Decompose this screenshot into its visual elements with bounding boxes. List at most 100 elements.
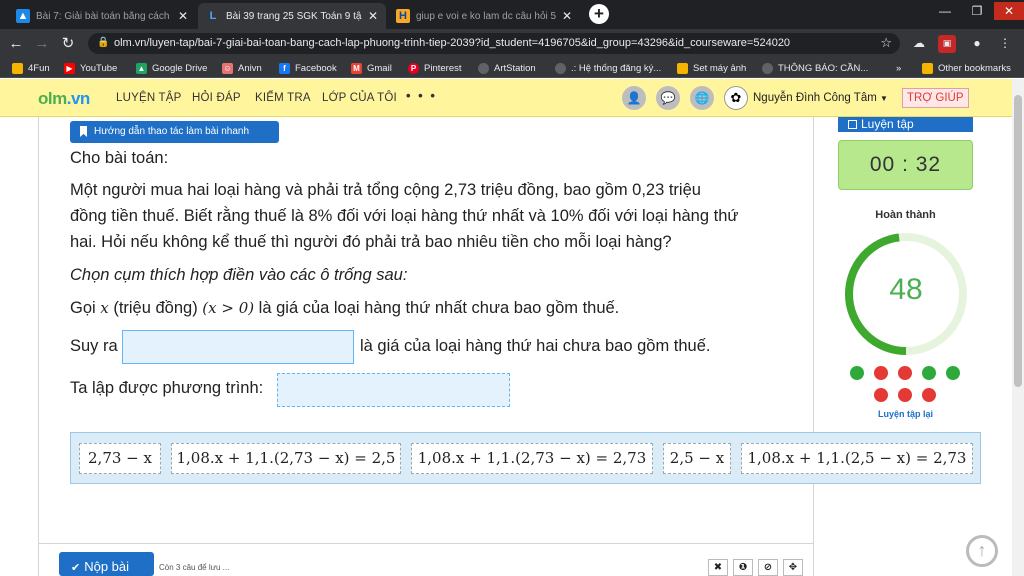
answer-dot: [946, 366, 960, 380]
olm-logo[interactable]: olm.vn: [38, 89, 90, 109]
bookmark-item[interactable]: P Pinterest: [408, 61, 462, 75]
option-chip[interactable]: 2,73 − x: [79, 443, 161, 474]
globe-icon: [555, 62, 566, 74]
score-value: 48: [889, 273, 923, 306]
nav-lop-cua-toi[interactable]: LỚP CỦA TÔI: [322, 92, 397, 104]
submit-button[interactable]: ✔ Nộp bài: [59, 552, 154, 576]
address-bar[interactable]: 🔒 olm.vn/luyen-tap/bai-7-giai-bai-toan-b…: [88, 33, 900, 54]
bookmark-icon: [677, 62, 688, 74]
reload-icon[interactable]: ↻: [58, 34, 78, 54]
option-chip[interactable]: 1,08.x + 1,1.(2,73 − x) = 2,73: [411, 443, 653, 474]
more-bookmarks-button[interactable]: »: [896, 61, 901, 75]
forward-icon[interactable]: →: [32, 34, 52, 54]
nav-luyen-tap[interactable]: LUYỆN TẬP: [116, 92, 182, 104]
browser-toolbar: ← → ↻ 🔒 olm.vn/luyen-tap/bai-7-giai-bai-…: [0, 29, 1024, 58]
other-bookmarks[interactable]: Other bookmarks: [922, 61, 1011, 75]
globe-icon: [478, 62, 489, 74]
scrollbar-thumb[interactable]: [1014, 95, 1022, 387]
bookmark-item[interactable]: Set máy ảnh: [677, 61, 746, 75]
bookmark-item[interactable]: f Facebook: [279, 61, 337, 75]
loigiaihay-favicon-icon: L: [206, 9, 220, 23]
lock-icon: 🔒: [97, 37, 110, 48]
close-icon[interactable]: ✖: [708, 559, 728, 576]
help-button[interactable]: TRỢ GIÚP: [902, 88, 969, 108]
globe-icon: [762, 62, 773, 74]
bookmark-item[interactable]: M Gmail: [351, 61, 392, 75]
blank-equation[interactable]: [277, 373, 510, 407]
site-header: olm.vn LUYỆN TẬP HỎI ĐÁP KIỂM TRA LỚP CỦ…: [0, 79, 1024, 117]
bookmark-item[interactable]: 4Fun: [12, 61, 50, 75]
answer-dot: [874, 366, 888, 380]
practice-tab[interactable]: Luyện tập: [838, 117, 973, 132]
browser-tab[interactable]: H giup e voi e ko lam dc câu hỏi 55 ✕: [388, 3, 580, 29]
window-close-icon[interactable]: ✕: [994, 2, 1024, 20]
add-friend-icon[interactable]: 👤: [622, 86, 646, 110]
close-icon[interactable]: ✕: [366, 9, 380, 23]
square-icon: [848, 120, 857, 129]
option-chip[interactable]: 1,08.x + 1,1.(2,5 − x) = 2,73: [741, 443, 973, 474]
minimize-icon[interactable]: —: [930, 2, 960, 20]
youtube-icon: ▶: [64, 62, 75, 74]
browser-tab[interactable]: ▲ Bài 7: Giải bài toán bằng cách lập ✕: [8, 3, 196, 29]
pinterest-icon: P: [408, 62, 419, 74]
menu-kebab-icon[interactable]: ⋮: [996, 35, 1014, 53]
close-icon[interactable]: ✕: [176, 9, 190, 23]
fullscreen-icon[interactable]: ✥: [783, 559, 803, 576]
nav-kiem-tra[interactable]: KIỂM TRA: [255, 92, 311, 104]
divider: [38, 543, 814, 544]
nav-hoi-dap[interactable]: HỎI ĐÁP: [192, 92, 241, 104]
bookmark-item[interactable]: .: Hệ thống đăng ký...: [555, 61, 661, 75]
option-chip[interactable]: 1,08.x + 1,1.(2,73 − x) = 2,5: [171, 443, 401, 474]
bookmark-item[interactable]: ▶ YouTube: [64, 61, 117, 75]
problem-line: Một người mua hai loại hàng và phải trả …: [70, 181, 701, 199]
info-icon[interactable]: ❶: [733, 559, 753, 576]
bookmark-icon: [80, 126, 87, 137]
new-tab-button[interactable]: +: [589, 4, 609, 24]
hoc24-favicon-icon: H: [396, 9, 410, 23]
timer: 00 : 32: [838, 140, 973, 190]
answer-dot: [922, 366, 936, 380]
equation-label: Ta lập được phương trình:: [70, 379, 264, 397]
bookmark-item[interactable]: ☺ Anivn: [222, 61, 262, 75]
tab-title: Bài 39 trang 25 SGK Toán 9 tập 2: [226, 10, 362, 22]
ban-icon[interactable]: ⊘: [758, 559, 778, 576]
bookmark-item[interactable]: ▲ Google Drive: [136, 61, 207, 75]
globe-icon[interactable]: 🌐: [690, 86, 714, 110]
completion-label: Hoàn thành: [875, 209, 936, 221]
back-icon[interactable]: ←: [6, 34, 26, 54]
more-menu-icon[interactable]: • • •: [406, 88, 437, 103]
star-icon[interactable]: ☆: [880, 35, 892, 51]
tab-title: giup e voi e ko lam dc câu hỏi 55: [416, 10, 556, 22]
extension-badge-icon[interactable]: ▣: [938, 35, 956, 53]
bookmark-icon: [12, 62, 23, 74]
bookmark-item[interactable]: THÔNG BÁO: CẦN...: [762, 61, 868, 75]
tab-title: Bài 7: Giải bài toán bằng cách lập: [36, 10, 172, 22]
browser-tab-active[interactable]: L Bài 39 trang 25 SGK Toán 9 tập 2 ✕: [198, 3, 386, 29]
answer-dot: [850, 366, 864, 380]
browser-tab-bar: ▲ Bài 7: Giải bài toán bằng cách lập ✕ L…: [0, 0, 1024, 29]
statement-line-1: Gọi x (triệu đồng) (x > 0) là giá của lo…: [70, 299, 620, 317]
bookmark-item[interactable]: ArtStation: [478, 61, 536, 75]
profile-icon[interactable]: ●: [968, 35, 986, 53]
scroll-top-icon[interactable]: ↑: [966, 535, 998, 567]
statement-line-2: là giá của loại hàng thứ hai chưa bao gồ…: [360, 337, 711, 355]
chat-icon[interactable]: 💬: [656, 86, 680, 110]
avatar[interactable]: ✿: [724, 86, 748, 110]
guide-button[interactable]: Hướng dẫn thao tác làm bài nhanh: [70, 121, 279, 143]
instruction: Chọn cụm thích hợp điền vào các ô trống …: [70, 266, 408, 284]
answer-dot: [922, 388, 936, 402]
save-status: Còn 3 câu để lưu ...: [159, 563, 230, 572]
user-menu[interactable]: Nguyễn Đình Công Tâm ▼: [753, 92, 888, 104]
bookmarks-bar: 4Fun ▶ YouTube ▲ Google Drive ☺ Anivn f Face…: [0, 58, 1024, 78]
problem-line: hai. Hỏi nếu không kể thuế thì người đó …: [70, 233, 672, 251]
redo-link[interactable]: Luyện tập lại: [838, 409, 973, 419]
blank-second-price[interactable]: [122, 330, 354, 364]
check-icon: ✔: [71, 562, 81, 574]
option-chip[interactable]: 2,5 − x: [663, 443, 731, 474]
olm-favicon-icon: ▲: [16, 9, 30, 23]
problem-intro: Cho bài toán:: [70, 149, 169, 167]
caret-down-icon: ▼: [880, 94, 888, 103]
cloud-extension-icon[interactable]: ☁: [910, 35, 928, 53]
restore-icon[interactable]: ❐: [962, 2, 992, 20]
close-icon[interactable]: ✕: [560, 9, 574, 23]
